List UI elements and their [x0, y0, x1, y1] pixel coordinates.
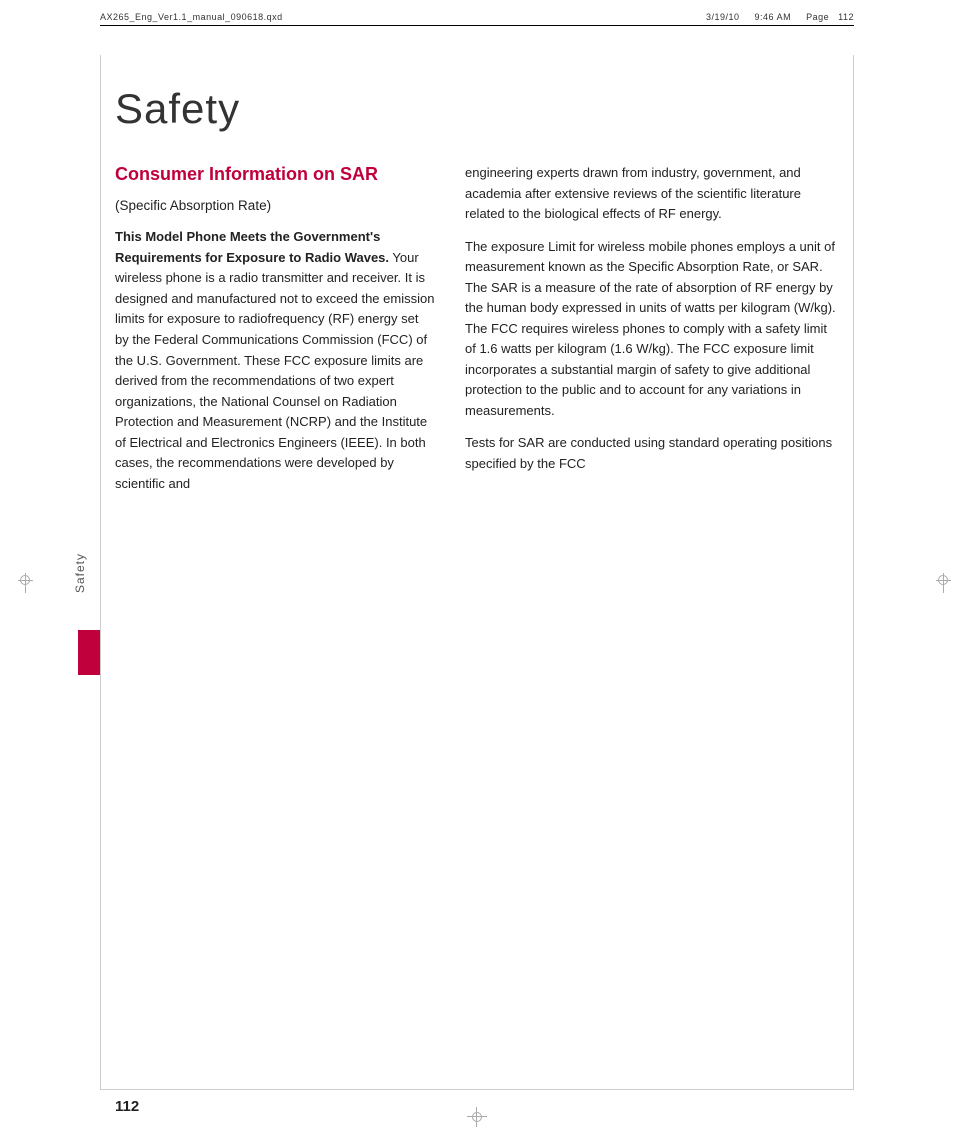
- bold-lead: This Model Phone Meets the Government's …: [115, 229, 389, 265]
- left-paragraph-1: This Model Phone Meets the Government's …: [115, 227, 435, 494]
- header-bar: AX265_Eng_Ver1.1_manual_090618.qxd 3/19/…: [100, 12, 854, 26]
- body-text-left: This Model Phone Meets the Government's …: [115, 227, 435, 494]
- body-text-right: engineering experts drawn from industry,…: [465, 163, 839, 474]
- section-title: Consumer Information on SAR: [115, 163, 435, 186]
- bookmark-tab: [78, 630, 100, 675]
- header-date-time: 3/19/10 9:46 AM Page 112: [706, 12, 854, 22]
- footer-line: [100, 1089, 854, 1090]
- section-subtitle: (Specific Absorption Rate): [115, 196, 435, 217]
- page-container: AX265_Eng_Ver1.1_manual_090618.qxd 3/19/…: [0, 0, 954, 1145]
- side-label: Safety: [73, 552, 87, 592]
- margin-line-left: [100, 55, 101, 1090]
- page-title: Safety: [115, 85, 839, 133]
- page-number-bottom: 112: [115, 1098, 139, 1115]
- right-paragraph-2: The exposure Limit for wireless mobile p…: [465, 237, 839, 422]
- content-area: Safety Consumer Information on SAR (Spec…: [115, 65, 839, 1075]
- column-right: engineering experts drawn from industry,…: [465, 163, 839, 506]
- column-left: Consumer Information on SAR (Specific Ab…: [115, 163, 435, 506]
- right-paragraph-1: engineering experts drawn from industry,…: [465, 163, 839, 225]
- right-paragraph-3: Tests for SAR are conducted using standa…: [465, 433, 839, 474]
- two-column-layout: Consumer Information on SAR (Specific Ab…: [115, 163, 839, 506]
- margin-line-right: [853, 55, 854, 1090]
- bottom-reg-mark: [467, 1107, 487, 1127]
- header-filename: AX265_Eng_Ver1.1_manual_090618.qxd: [100, 12, 283, 22]
